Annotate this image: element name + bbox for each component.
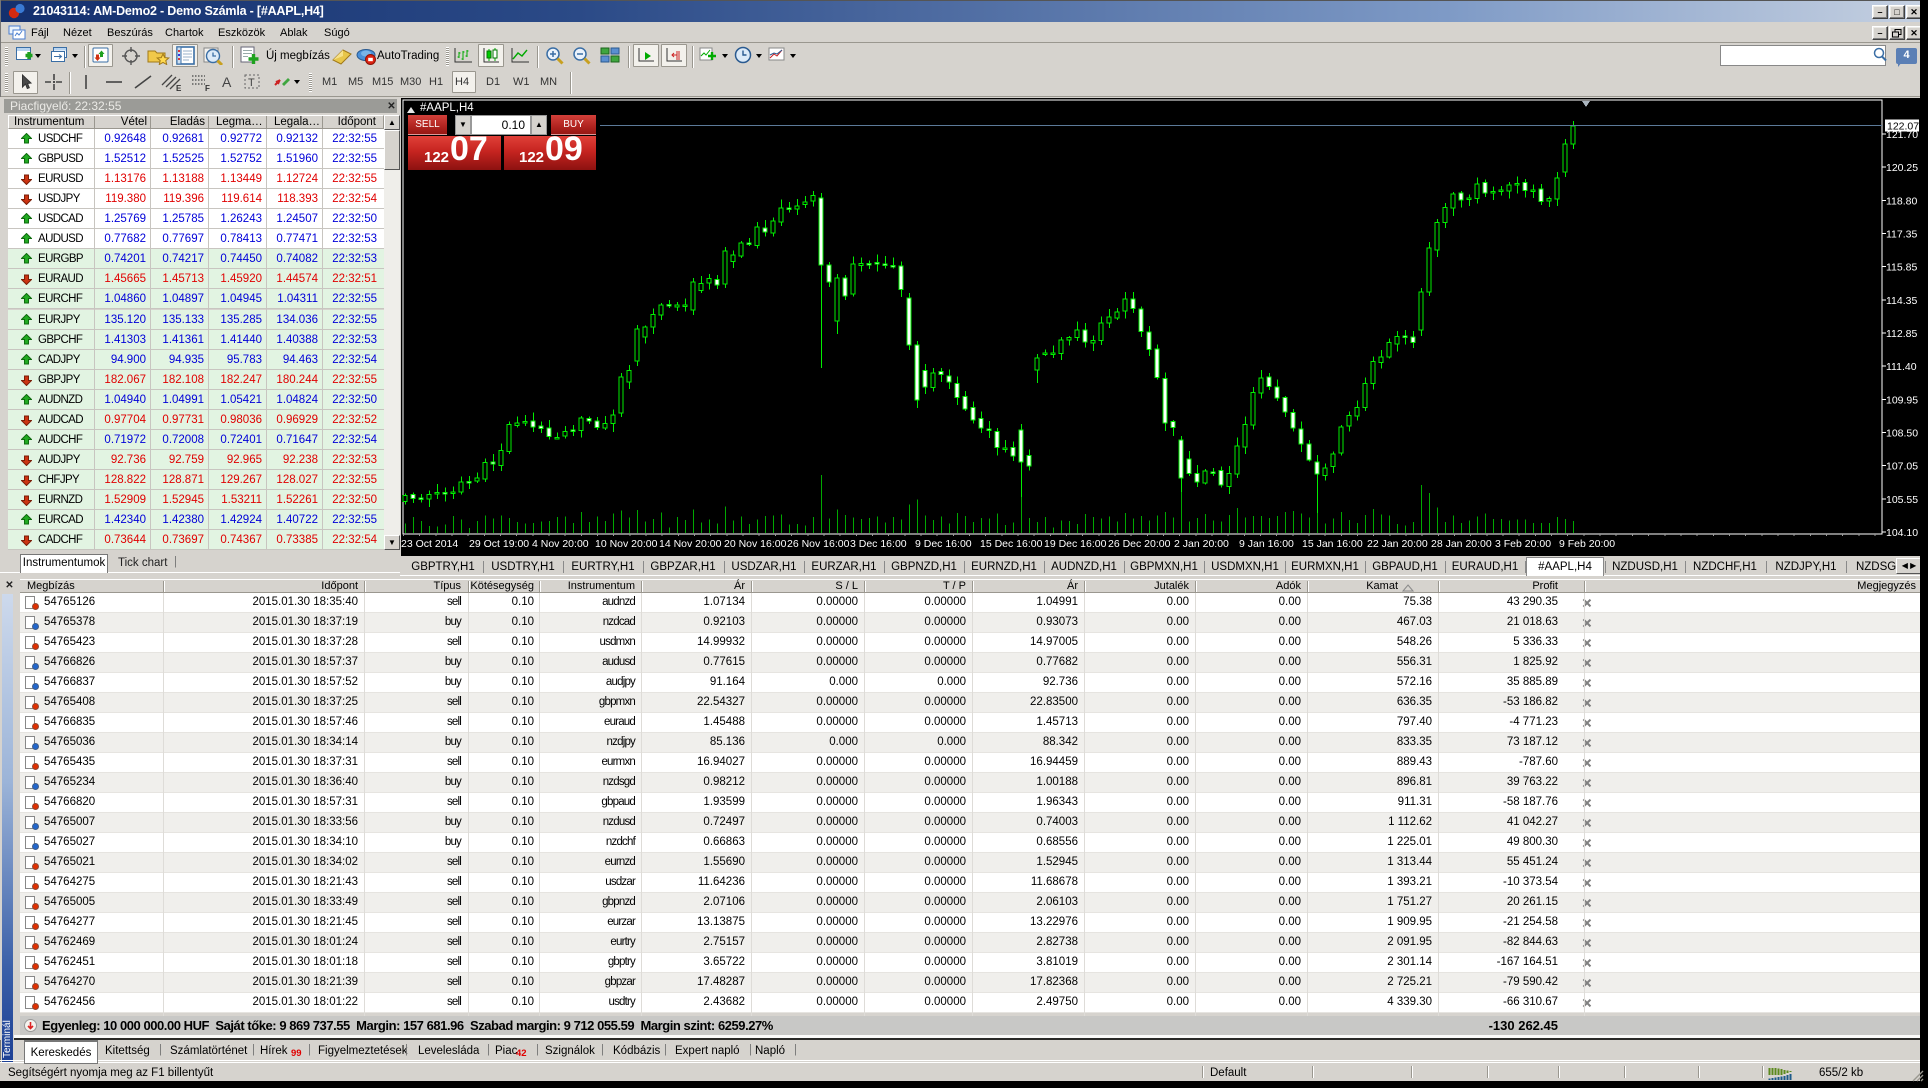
svg-text:105.55: 105.55 (1886, 494, 1918, 506)
svg-text:14 Nov 20:00: 14 Nov 20:00 (659, 538, 722, 550)
svg-text:3 Dec 16:00: 3 Dec 16:00 (850, 538, 907, 550)
svg-text:F: F (205, 84, 210, 92)
svg-text:111.40: 111.40 (1886, 361, 1917, 373)
svg-text:117.35: 117.35 (1886, 229, 1917, 241)
svg-text:114.35: 114.35 (1886, 295, 1917, 307)
svg-text:E: E (176, 84, 182, 92)
svg-text:120.25: 120.25 (1886, 162, 1918, 174)
svg-text:23 Oct 2014: 23 Oct 2014 (401, 538, 458, 550)
svg-text:3 Feb 20:00: 3 Feb 20:00 (1495, 538, 1551, 550)
svg-text:10 Nov 20:00: 10 Nov 20:00 (595, 538, 658, 550)
svg-text:9 Jan 16:00: 9 Jan 16:00 (1239, 538, 1294, 550)
svg-text:19 Dec 16:00: 19 Dec 16:00 (1044, 538, 1107, 550)
svg-text:108.50: 108.50 (1886, 428, 1918, 440)
svg-text:4 Nov 20:00: 4 Nov 20:00 (532, 538, 589, 550)
svg-text:2 Jan 20:00: 2 Jan 20:00 (1174, 538, 1229, 550)
svg-text:109.95: 109.95 (1886, 394, 1918, 406)
svg-text:15 Jan 16:00: 15 Jan 16:00 (1302, 538, 1363, 550)
svg-text:107.05: 107.05 (1886, 461, 1918, 473)
svg-text:112.85: 112.85 (1886, 328, 1917, 340)
svg-text:20 Nov 16:00: 20 Nov 16:00 (724, 538, 787, 550)
svg-text:A: A (222, 74, 232, 90)
svg-text:26 Dec 20:00: 26 Dec 20:00 (1108, 538, 1171, 550)
svg-text:29 Oct 19:00: 29 Oct 19:00 (469, 538, 529, 550)
svg-text:9 Feb 20:00: 9 Feb 20:00 (1559, 538, 1615, 550)
svg-text:28 Jan 20:00: 28 Jan 20:00 (1431, 538, 1492, 550)
svg-text:T: T (248, 77, 255, 89)
svg-text:115.85: 115.85 (1886, 262, 1917, 274)
svg-text:22 Jan 20:00: 22 Jan 20:00 (1367, 538, 1428, 550)
svg-text:9 Dec 16:00: 9 Dec 16:00 (915, 538, 972, 550)
svg-text:26 Nov 16:00: 26 Nov 16:00 (787, 538, 850, 550)
svg-text:122.07: 122.07 (1887, 121, 1919, 133)
svg-text:15 Dec 16:00: 15 Dec 16:00 (980, 538, 1043, 550)
svg-text:118.80: 118.80 (1886, 195, 1917, 207)
svg-text:104.10: 104.10 (1886, 527, 1918, 539)
